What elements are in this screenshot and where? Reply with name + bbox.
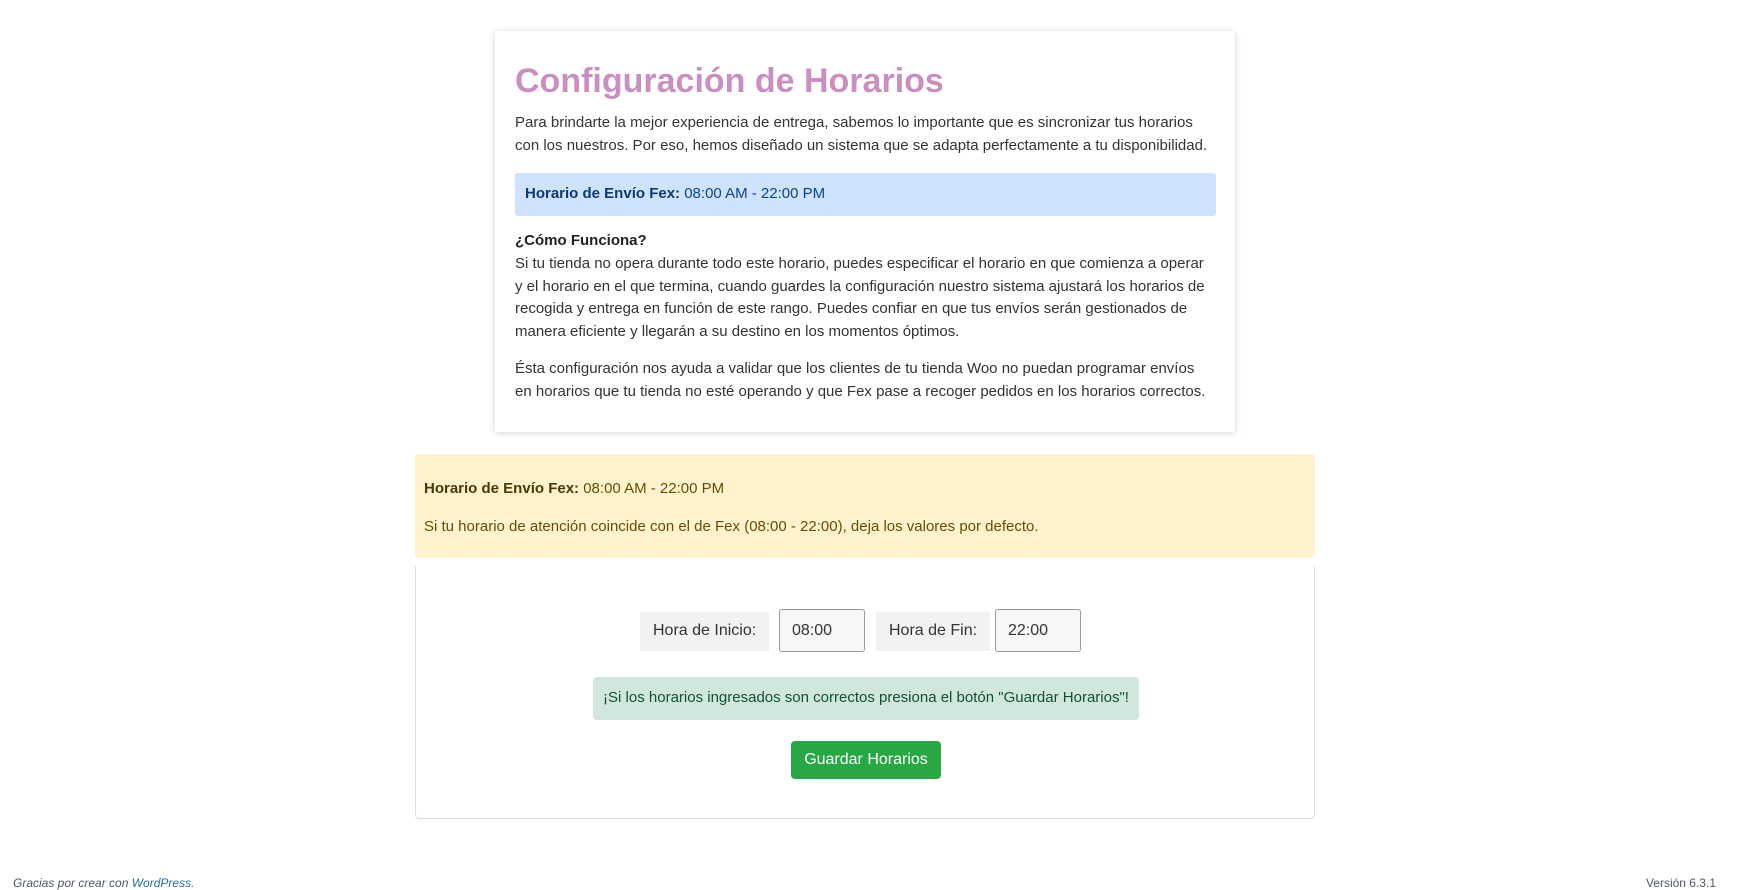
start-time-input[interactable] (779, 609, 865, 652)
wordpress-link[interactable]: WordPress (132, 876, 191, 890)
footer-thanks: Gracias por crear con WordPress. (13, 876, 194, 890)
footer-thanks-suffix: . (191, 876, 195, 890)
start-time-label: Hora de Inicio: (640, 612, 770, 651)
save-schedule-button[interactable]: Guardar Horarios (791, 741, 941, 779)
intro-text: Para brindarte la mejor experiencia de e… (515, 114, 1208, 154)
warning-schedule-label: Horario de Envío Fex: (424, 480, 580, 497)
schedule-info-alert: Horario de Envío Fex: 08:00 AM - 22:00 P… (515, 173, 1216, 216)
schedule-value: 08:00 AM - 22:00 PM (684, 185, 826, 202)
success-alert: ¡Si los horarios ingresados son correcto… (593, 677, 1139, 720)
page-title: Configuración de Horarios (515, 62, 944, 100)
end-time-label: Hora de Fin: (876, 612, 991, 651)
warning-schedule-value: 08:00 AM - 22:00 PM (583, 480, 725, 497)
footer-thanks-prefix: Gracias por crear con (13, 876, 129, 890)
schedule-label: Horario de Envío Fex: (525, 185, 681, 202)
warning-alert: Horario de Envío Fex: 08:00 AM - 22:00 P… (415, 454, 1315, 558)
intro-card: Configuración de Horarios Para brindarte… (495, 31, 1235, 432)
warning-schedule: Horario de Envío Fex: 08:00 AM - 22:00 P… (424, 480, 724, 497)
footer-version: Versión 6.3.1 (1645, 876, 1716, 890)
end-time-input[interactable] (995, 609, 1081, 652)
how-it-works-title: ¿Cómo Funciona? (515, 232, 647, 249)
warning-message: Si tu horario de atención coincide con e… (424, 518, 1039, 535)
schedule-form: Hora de Inicio: Hora de Fin: ¡Si los hor… (415, 566, 1315, 819)
validation-note: Ésta configuración nos ayuda a validar q… (515, 360, 1206, 400)
how-it-works-text: Si tu tienda no opera durante todo este … (515, 255, 1205, 340)
